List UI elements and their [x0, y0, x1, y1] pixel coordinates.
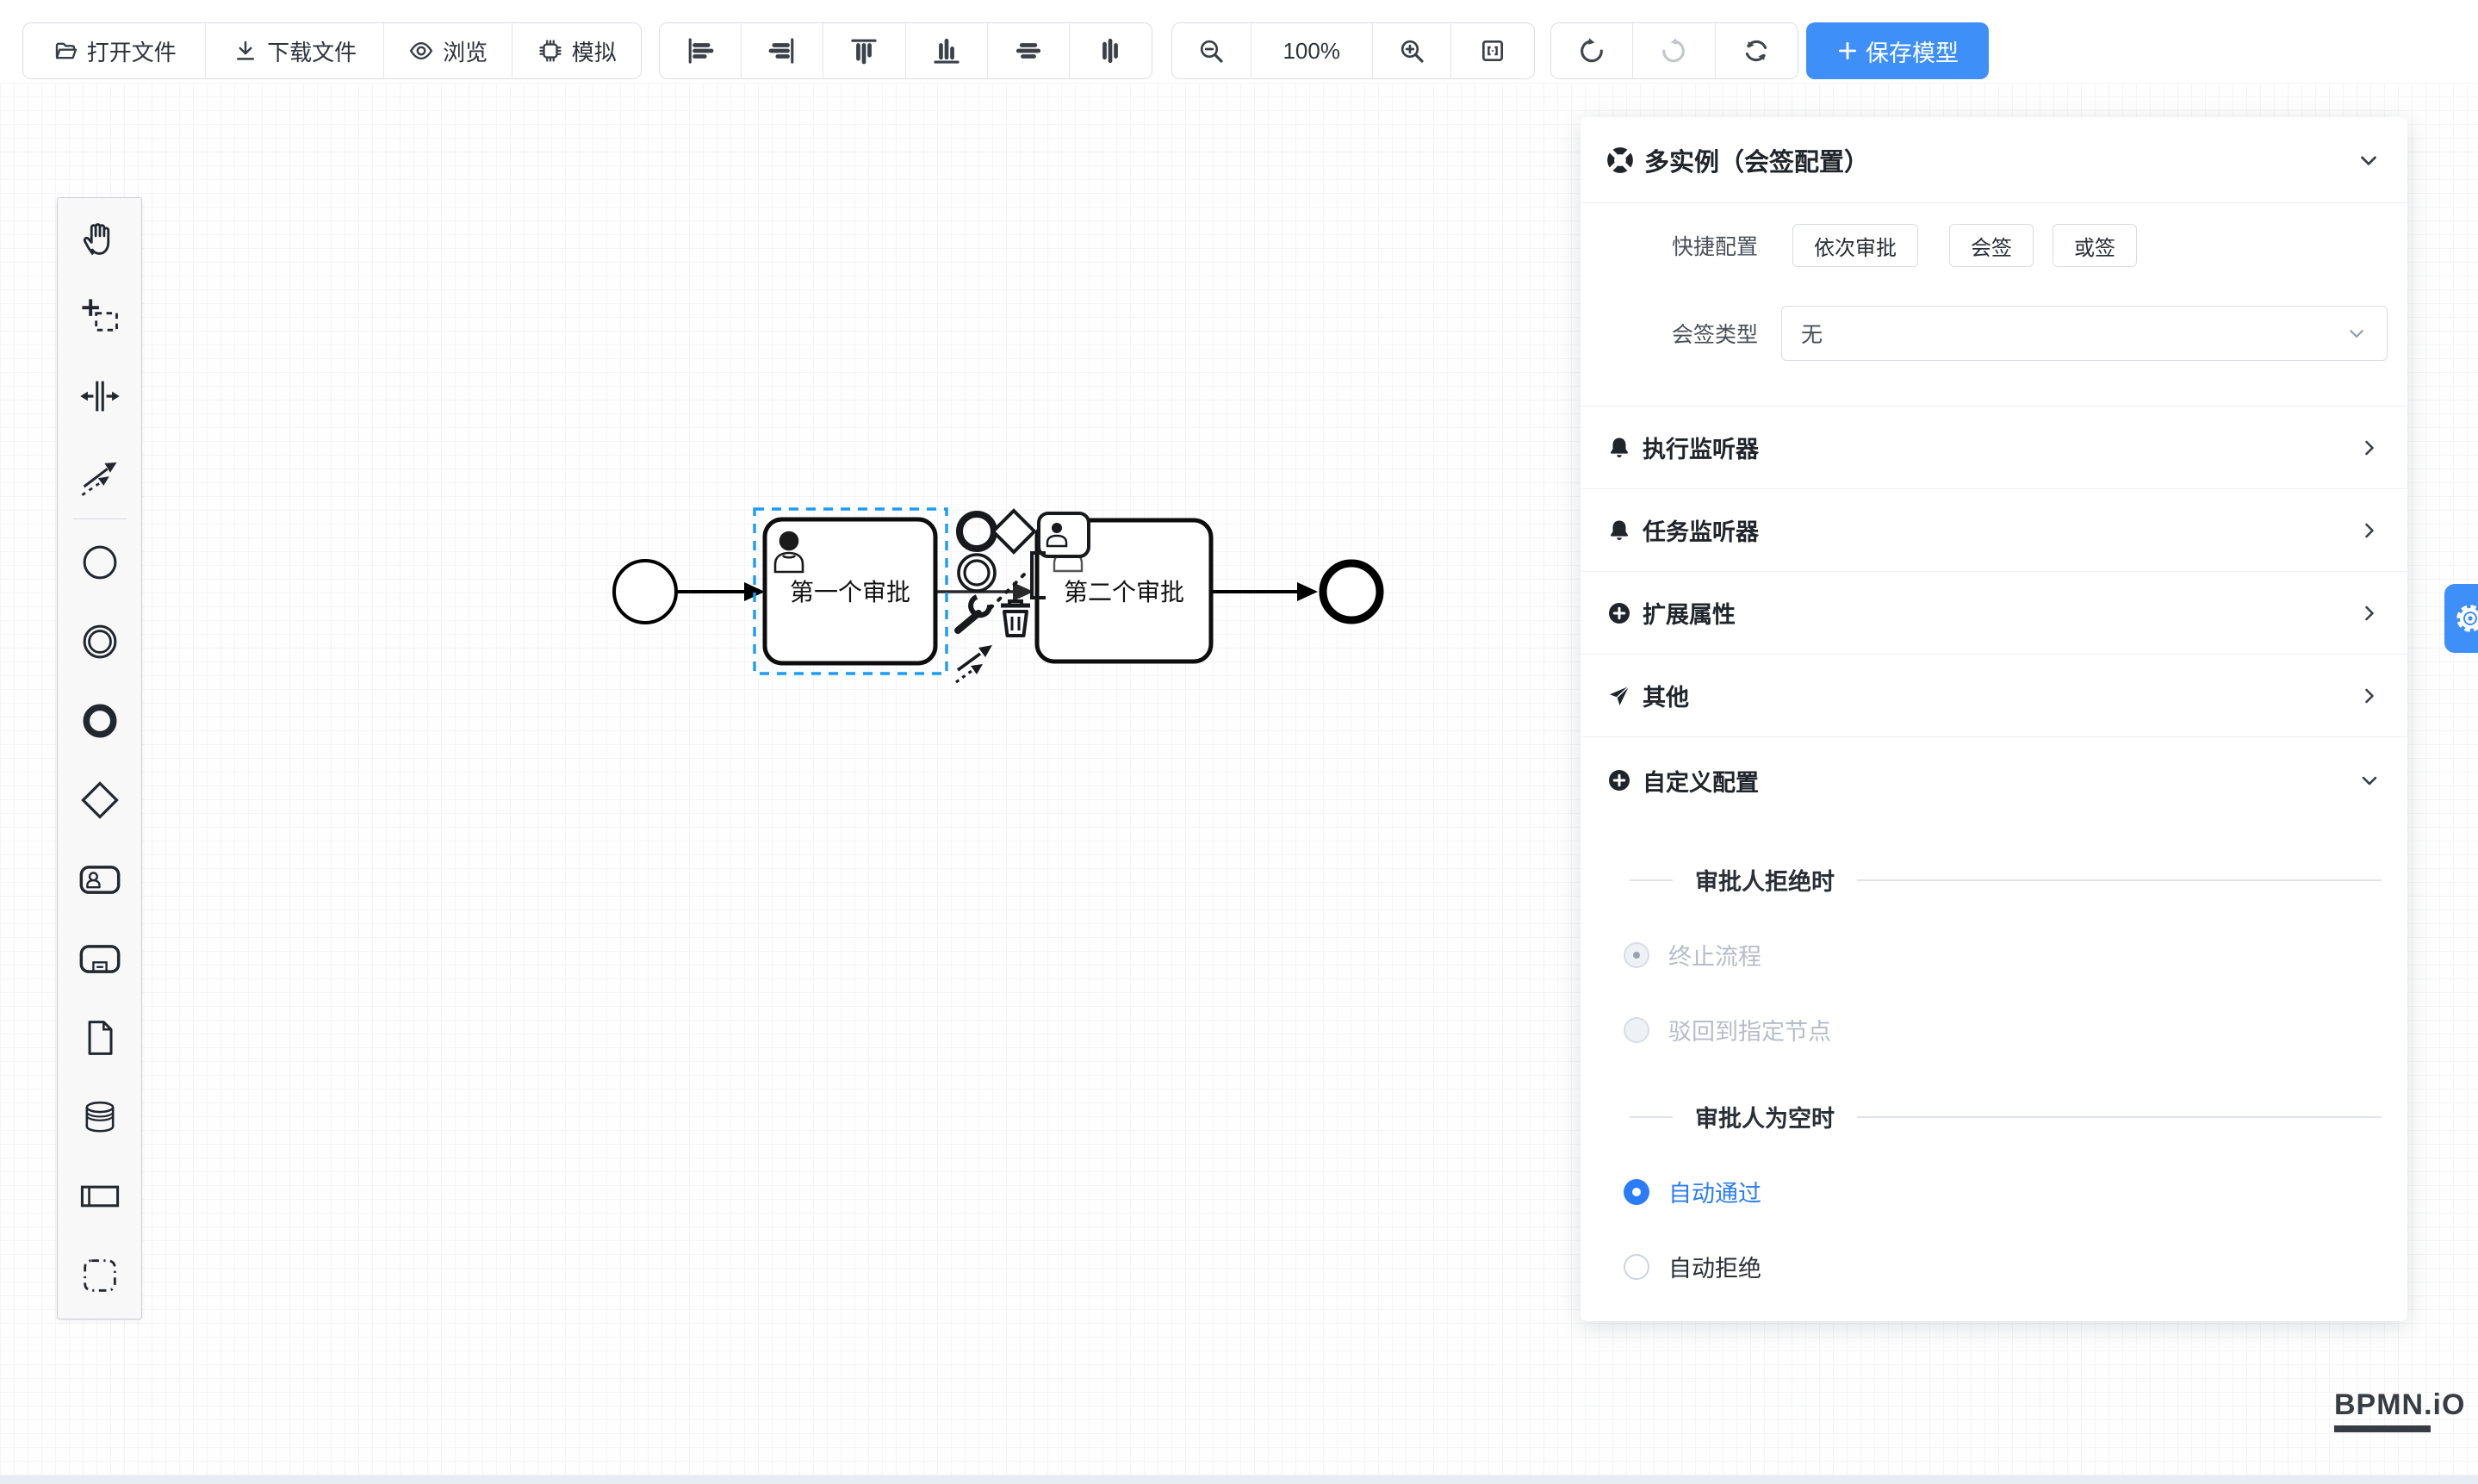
- section-execution-listener[interactable]: 执行监听器: [1581, 407, 2407, 489]
- empty-section-title: 审批人为空时: [1581, 1100, 2407, 1133]
- gear-icon: [2453, 601, 2478, 636]
- settings-tab[interactable]: [2444, 584, 2478, 653]
- quick-option-orsign[interactable]: 或签: [2053, 224, 2137, 267]
- paper-plane-icon: [1606, 683, 1632, 709]
- sequence-flow-1[interactable]: [677, 582, 765, 601]
- section-extended-properties[interactable]: 扩展属性: [1581, 572, 2407, 655]
- plus-circle-icon: [1606, 767, 1632, 793]
- quick-config-label: 快捷配置: [1661, 230, 1758, 261]
- radio-auto-pass[interactable]: 自动通过: [1581, 1175, 2407, 1208]
- chevron-right-icon: [2357, 601, 2382, 625]
- radio-circle[interactable]: [1624, 942, 1649, 968]
- logo-underline: [2334, 1425, 2431, 1432]
- sequence-flow-2[interactable]: [935, 582, 1034, 601]
- start-event-node[interactable]: [614, 561, 676, 623]
- radio-circle[interactable]: [1624, 1254, 1649, 1280]
- radio-circle[interactable]: [1624, 1179, 1649, 1205]
- radio-return-to-node[interactable]: 驳回到指定节点: [1581, 1013, 2407, 1046]
- chevron-right-icon: [2357, 684, 2382, 708]
- end-event-node[interactable]: [1323, 563, 1380, 620]
- chevron-down-icon: [2345, 322, 2368, 345]
- chevron-right-icon: [2357, 436, 2382, 460]
- quick-config-row: 快捷配置 依次审批 会签 或签: [1581, 224, 2407, 267]
- task-node-first[interactable]: 第一个审批: [765, 519, 935, 663]
- panel-header[interactable]: 多实例（会签配置）: [1581, 117, 2407, 203]
- bell-icon: [1606, 518, 1632, 543]
- section-task-listener[interactable]: 任务监听器: [1581, 489, 2407, 572]
- trash-icon[interactable]: [1001, 601, 1030, 636]
- radio-terminate-process[interactable]: 终止流程: [1581, 938, 2407, 972]
- section-other[interactable]: 其他: [1581, 655, 2407, 737]
- task-label: 第一个审批: [790, 579, 910, 605]
- sign-type-select[interactable]: 无: [1781, 306, 2388, 361]
- bpmn-editor-screen: 打开文件 下载文件 浏览 模拟: [0, 0, 2478, 1484]
- reject-section-title: 审批人拒绝时: [1581, 863, 2407, 897]
- bell-icon: [1606, 435, 1632, 461]
- panel-title: 多实例（会签配置）: [1644, 142, 1869, 178]
- plus-circle-icon: [1606, 600, 1632, 626]
- task-label: 第二个审批: [1064, 579, 1184, 605]
- sign-type-value: 无: [1801, 318, 1823, 349]
- append-end-event-icon[interactable]: [960, 514, 994, 549]
- sign-type-row: 会签类型 无: [1581, 306, 2407, 361]
- sequence-flow-3[interactable]: [1211, 582, 1318, 601]
- quick-option-countersign[interactable]: 会签: [1949, 224, 2034, 267]
- radio-auto-reject[interactable]: 自动拒绝: [1581, 1250, 2407, 1283]
- append-intermediate-event-icon[interactable]: [959, 555, 995, 591]
- wrench-icon[interactable]: [958, 597, 990, 630]
- chevron-right-icon: [2357, 518, 2382, 543]
- bottom-scrollbar[interactable]: [0, 1475, 2478, 1484]
- quick-option-sequential[interactable]: 依次审批: [1792, 224, 1918, 267]
- connect-icon[interactable]: [956, 645, 992, 682]
- sign-type-label: 会签类型: [1661, 318, 1758, 349]
- append-user-task-icon[interactable]: [1039, 513, 1089, 556]
- chevron-down-icon[interactable]: [2356, 147, 2382, 173]
- chevron-down-icon: [2357, 768, 2382, 792]
- append-gateway-icon[interactable]: [993, 511, 1034, 552]
- bpmn-io-logo[interactable]: BPMN.iO: [2334, 1388, 2465, 1432]
- multi-instance-icon: [1606, 146, 1634, 174]
- properties-panel: 多实例（会签配置） 快捷配置 依次审批 会签 或签 会签类型 无: [1581, 117, 2407, 1321]
- radio-circle[interactable]: [1624, 1017, 1649, 1043]
- logo-text: BPMN.iO: [2334, 1388, 2465, 1422]
- section-custom-config[interactable]: 自定义配置: [1581, 737, 2407, 823]
